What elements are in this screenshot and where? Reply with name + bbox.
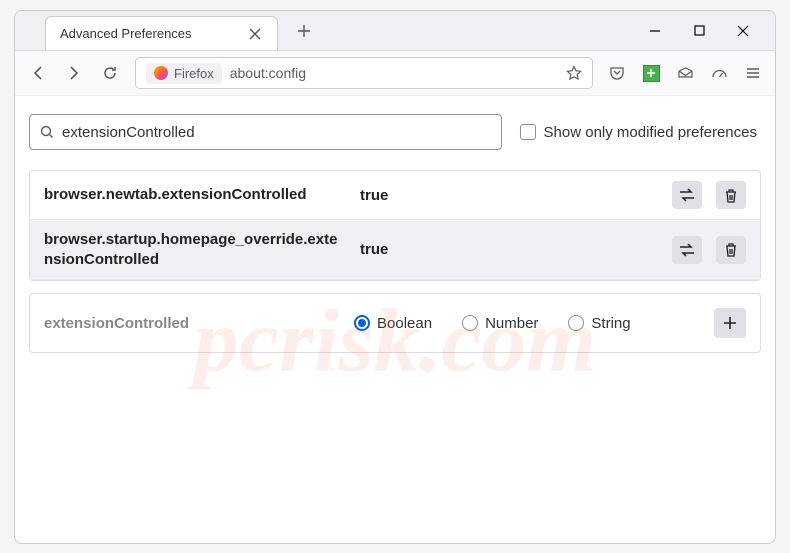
delete-button[interactable] <box>716 236 746 264</box>
tab-title: Advanced Preferences <box>60 26 192 41</box>
gauge-icon[interactable] <box>709 63 729 83</box>
new-pref-row: extensionControlled Boolean Number Strin… <box>30 294 760 352</box>
toggle-button[interactable] <box>672 181 702 209</box>
browser-tab[interactable]: Advanced Preferences <box>45 16 278 50</box>
pocket-icon[interactable] <box>607 63 627 83</box>
firefox-badge-label: Firefox <box>174 66 214 81</box>
url-bar[interactable]: Firefox about:config <box>135 57 593 89</box>
results-table: browser.newtab.extensionControlled true … <box>29 170 761 281</box>
minimize-button[interactable] <box>648 24 662 38</box>
extension-icon[interactable] <box>641 63 661 83</box>
close-window-button[interactable] <box>736 24 750 38</box>
back-button[interactable] <box>27 62 49 84</box>
radio-icon[interactable] <box>462 315 478 331</box>
url-text: about:config <box>230 65 306 81</box>
pref-name: browser.startup.homepage_override.extens… <box>44 230 344 269</box>
search-row: Show only modified preferences <box>29 114 761 150</box>
row-actions <box>672 236 746 264</box>
window-controls <box>648 24 775 38</box>
content-area: Show only modified preferences browser.n… <box>15 96 775 371</box>
radio-label: String <box>591 315 630 332</box>
type-options: Boolean Number String <box>354 315 694 332</box>
pref-row: browser.newtab.extensionControlled true <box>30 171 760 220</box>
bookmark-star-icon[interactable] <box>566 65 582 81</box>
new-preference: extensionControlled Boolean Number Strin… <box>29 293 761 353</box>
forward-button[interactable] <box>63 62 85 84</box>
pref-row: browser.startup.homepage_override.extens… <box>30 220 760 280</box>
menu-button[interactable] <box>743 63 763 83</box>
search-input[interactable] <box>62 124 491 141</box>
add-button[interactable] <box>714 308 746 338</box>
close-icon[interactable] <box>247 26 263 42</box>
radio-label: Boolean <box>377 315 432 332</box>
radio-icon[interactable] <box>354 315 370 331</box>
browser-window: Advanced Preferences <box>14 10 776 544</box>
pref-value: true <box>360 241 656 258</box>
search-box[interactable] <box>29 114 502 150</box>
toolbar: Firefox about:config <box>15 51 775 96</box>
new-pref-name: extensionControlled <box>44 315 334 332</box>
row-actions <box>672 181 746 209</box>
delete-button[interactable] <box>716 181 746 209</box>
modified-only-checkbox[interactable]: Show only modified preferences <box>520 124 761 141</box>
toggle-button[interactable] <box>672 236 702 264</box>
pref-name: browser.newtab.extensionControlled <box>44 185 344 205</box>
titlebar: Advanced Preferences <box>15 11 775 51</box>
type-number[interactable]: Number <box>462 315 538 332</box>
search-icon <box>40 125 54 139</box>
firefox-badge: Firefox <box>146 63 222 84</box>
radio-icon[interactable] <box>568 315 584 331</box>
checkbox-label: Show only modified preferences <box>544 124 757 141</box>
new-tab-button[interactable] <box>290 17 318 45</box>
maximize-button[interactable] <box>692 24 706 38</box>
reload-button[interactable] <box>99 62 121 84</box>
checkbox-icon[interactable] <box>520 124 536 140</box>
radio-label: Number <box>485 315 538 332</box>
type-string[interactable]: String <box>568 315 630 332</box>
type-boolean[interactable]: Boolean <box>354 315 432 332</box>
firefox-icon <box>154 66 168 80</box>
inbox-icon[interactable] <box>675 63 695 83</box>
pref-value: true <box>360 187 656 204</box>
